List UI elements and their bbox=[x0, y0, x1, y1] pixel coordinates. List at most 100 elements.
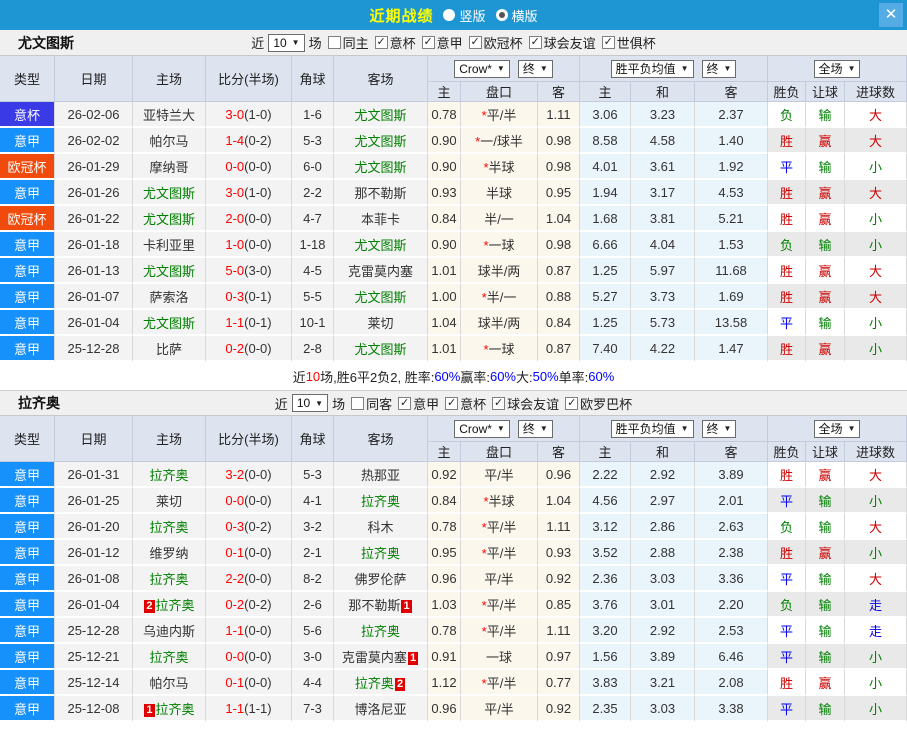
competition-label[interactable]: 意甲 bbox=[437, 33, 463, 52]
avg-away-odds: 2.01 bbox=[695, 488, 769, 514]
check-icon[interactable]: ✓ bbox=[445, 396, 459, 410]
away-odds: 0.92 bbox=[538, 566, 580, 592]
odds-company-select[interactable]: Crow* ▼ bbox=[454, 59, 510, 78]
home-team: 乌迪内斯 bbox=[133, 618, 206, 644]
live-star-icon: * bbox=[481, 289, 487, 305]
goals-outcome: 走 bbox=[845, 618, 907, 644]
away-odds: 0.98 bbox=[538, 154, 580, 180]
result-outcome: 平 bbox=[768, 566, 807, 592]
avg-state-select[interactable]: 终 ▼ bbox=[701, 419, 737, 438]
result-outcome: 负 bbox=[768, 592, 807, 618]
vertical-layout-label[interactable]: 竖版 bbox=[459, 6, 485, 25]
home-team: 尤文图斯 bbox=[133, 310, 206, 336]
avg-odds-select[interactable]: 胜平负均值 ▼ bbox=[610, 59, 694, 78]
goals-outcome: 小 bbox=[845, 670, 907, 696]
away-odds: 0.77 bbox=[538, 670, 580, 696]
col-away-odds: 客 bbox=[538, 442, 580, 462]
avg-away-odds: 13.58 bbox=[695, 310, 769, 336]
col-let-goal: 让球 bbox=[806, 442, 846, 462]
col-home-odds: 主 bbox=[428, 442, 461, 462]
avg-draw-odds: 2.92 bbox=[631, 618, 695, 644]
match-type-badge: 意甲 bbox=[0, 540, 55, 566]
home-odds: 1.12 bbox=[428, 670, 461, 696]
odds-state-select[interactable]: 终 ▼ bbox=[517, 59, 553, 78]
same-venue-checkbox[interactable] bbox=[327, 36, 341, 49]
goals-outcome: 大 bbox=[845, 102, 907, 128]
check-icon[interactable]: ✓ bbox=[492, 396, 506, 410]
competition-label[interactable]: 意杯 bbox=[390, 33, 416, 52]
filter-bar: 尤文图斯 近 10 ▼ 场 同主 ✓ 意杯 ✓ 意甲 ✓ 欧冠杯 ✓ 球会友谊 ✓ 世俱杯 bbox=[0, 30, 907, 56]
col-let-goal: 让球 bbox=[806, 82, 846, 102]
corner-score: 3-2 bbox=[292, 514, 334, 540]
match-score: 1-0(0-0) bbox=[206, 232, 292, 258]
match-type-badge: 意甲 bbox=[0, 644, 55, 670]
handicap-outcome: 输 bbox=[806, 566, 846, 592]
competition-label[interactable]: 球会友谊 bbox=[544, 33, 596, 52]
away-team: 本菲卡 bbox=[334, 206, 428, 232]
match-date: 25-12-21 bbox=[55, 644, 133, 670]
odds-company-select[interactable]: Crow* ▼ bbox=[454, 419, 510, 438]
col-home: 主场 bbox=[133, 56, 206, 102]
home-odds: 0.78 bbox=[428, 514, 461, 540]
avg-draw-odds: 2.86 bbox=[631, 514, 695, 540]
check-icon[interactable]: ✓ bbox=[374, 36, 388, 49]
col-type: 类型 bbox=[0, 56, 55, 102]
avg-state-select[interactable]: 终 ▼ bbox=[701, 59, 737, 78]
close-icon[interactable]: ✕ bbox=[879, 3, 903, 27]
near-count-select[interactable]: 10 ▼ bbox=[268, 33, 305, 52]
match-date: 26-01-04 bbox=[55, 310, 133, 336]
match-type-badge: 意甲 bbox=[0, 462, 55, 488]
scope-select[interactable]: 全场 ▼ bbox=[813, 419, 861, 438]
check-icon[interactable]: ✓ bbox=[398, 396, 412, 410]
home-odds: 0.92 bbox=[428, 462, 461, 488]
col-avg-home: 主 bbox=[580, 82, 631, 102]
match-date: 26-02-06 bbox=[55, 102, 133, 128]
match-row: 意甲 26-01-25 莱切 0-0(0-0) 4-1 拉齐奥 0.84 *半球 1.04 4.5… bbox=[0, 488, 907, 514]
team-name: 尤文图斯 bbox=[18, 34, 74, 51]
check-icon[interactable]: ✓ bbox=[468, 36, 482, 49]
home-team: 1 拉齐奥 bbox=[133, 696, 206, 722]
match-row: 意甲 26-01-08 拉齐奥 2-2(0-0) 8-2 佛罗伦萨 0.96 平/半 0.92 2… bbox=[0, 566, 907, 592]
match-score: 3-0(1-0) bbox=[206, 102, 292, 128]
match-date: 25-12-14 bbox=[55, 670, 133, 696]
avg-odds-select[interactable]: 胜平负均值 ▼ bbox=[610, 419, 694, 438]
handicap: *半球 bbox=[461, 154, 538, 180]
goals-outcome: 大 bbox=[845, 258, 907, 284]
chevron-down-icon: ▼ bbox=[723, 64, 732, 73]
competition-label[interactable]: 欧冠杯 bbox=[484, 33, 523, 52]
same-venue-checkbox[interactable] bbox=[351, 396, 365, 410]
odds-state-select[interactable]: 终 ▼ bbox=[517, 419, 553, 438]
check-icon[interactable]: ✓ bbox=[421, 36, 435, 49]
handicap-outcome: 输 bbox=[806, 310, 846, 336]
result-outcome: 负 bbox=[768, 232, 807, 258]
competition-label[interactable]: 欧罗巴杯 bbox=[580, 394, 632, 413]
away-team: 科木 bbox=[334, 514, 428, 540]
competition-label[interactable]: 意甲 bbox=[413, 394, 439, 413]
competition-label[interactable]: 世俱杯 bbox=[617, 33, 656, 52]
match-type-badge: 意甲 bbox=[0, 696, 55, 722]
result-outcome: 平 bbox=[768, 644, 807, 670]
goals-outcome: 小 bbox=[845, 488, 907, 514]
home-team: 卡利亚里 bbox=[133, 232, 206, 258]
vertical-layout-radio[interactable] bbox=[443, 9, 456, 21]
check-icon[interactable]: ✓ bbox=[601, 36, 615, 49]
handicap: 平/半 bbox=[461, 462, 538, 488]
home-odds: 0.96 bbox=[428, 696, 461, 722]
match-score: 0-0(0-0) bbox=[206, 644, 292, 670]
check-icon[interactable]: ✓ bbox=[565, 396, 579, 410]
goals-outcome: 小 bbox=[845, 232, 907, 258]
away-odds: 1.11 bbox=[538, 618, 580, 644]
competition-label[interactable]: 球会友谊 bbox=[507, 394, 559, 413]
avg-home-odds: 4.56 bbox=[580, 488, 631, 514]
col-home-odds: 主 bbox=[428, 82, 461, 102]
home-odds: 1.01 bbox=[428, 336, 461, 362]
near-count-select[interactable]: 10 ▼ bbox=[291, 394, 329, 412]
avg-away-odds: 1.53 bbox=[695, 232, 769, 258]
horizontal-layout-label[interactable]: 横版 bbox=[512, 6, 538, 25]
competition-label[interactable]: 意杯 bbox=[460, 394, 486, 413]
matches-table: 类型 日期 主场 比分(半场) 角球 客场 Crow* ▼ 终 ▼ 胜平负均值 ▼ 终… bbox=[0, 416, 907, 722]
scope-select[interactable]: 全场 ▼ bbox=[813, 59, 861, 78]
goals-outcome: 大 bbox=[845, 284, 907, 310]
check-icon[interactable]: ✓ bbox=[528, 36, 542, 49]
horizontal-layout-radio[interactable] bbox=[495, 9, 508, 21]
